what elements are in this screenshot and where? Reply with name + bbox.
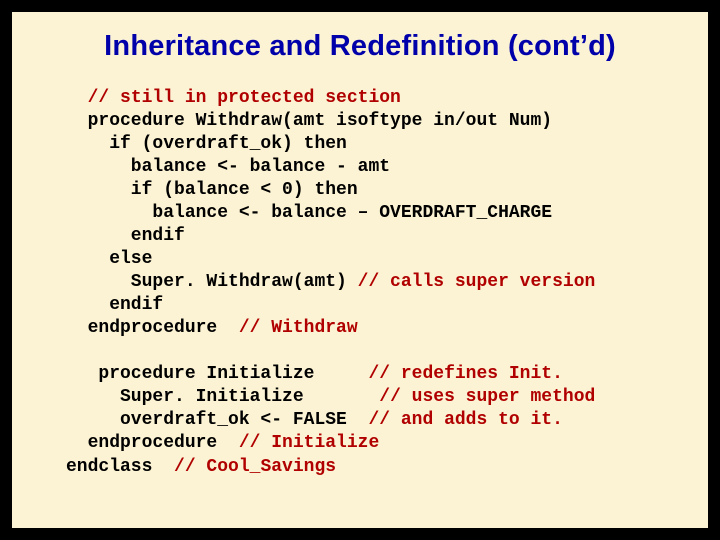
code-block: // still in protected section procedure … (66, 87, 678, 479)
code-comment: // Cool_Savings (174, 457, 336, 477)
code-comment: // Withdraw (239, 318, 358, 338)
code-comment: // and adds to it. (368, 410, 562, 430)
code-comment: // still in protected section (88, 88, 401, 108)
slide-frame: Inheritance and Redefinition (cont’d) //… (0, 0, 720, 540)
slide-title: Inheritance and Redefinition (cont’d) (42, 30, 678, 63)
code-comment: // redefines Init. (368, 364, 562, 384)
code-comment: // Initialize (239, 433, 379, 453)
slide-body: Inheritance and Redefinition (cont’d) //… (10, 10, 710, 530)
code-comment: // uses super method (379, 387, 595, 407)
code-comment: // calls super version (358, 272, 596, 292)
